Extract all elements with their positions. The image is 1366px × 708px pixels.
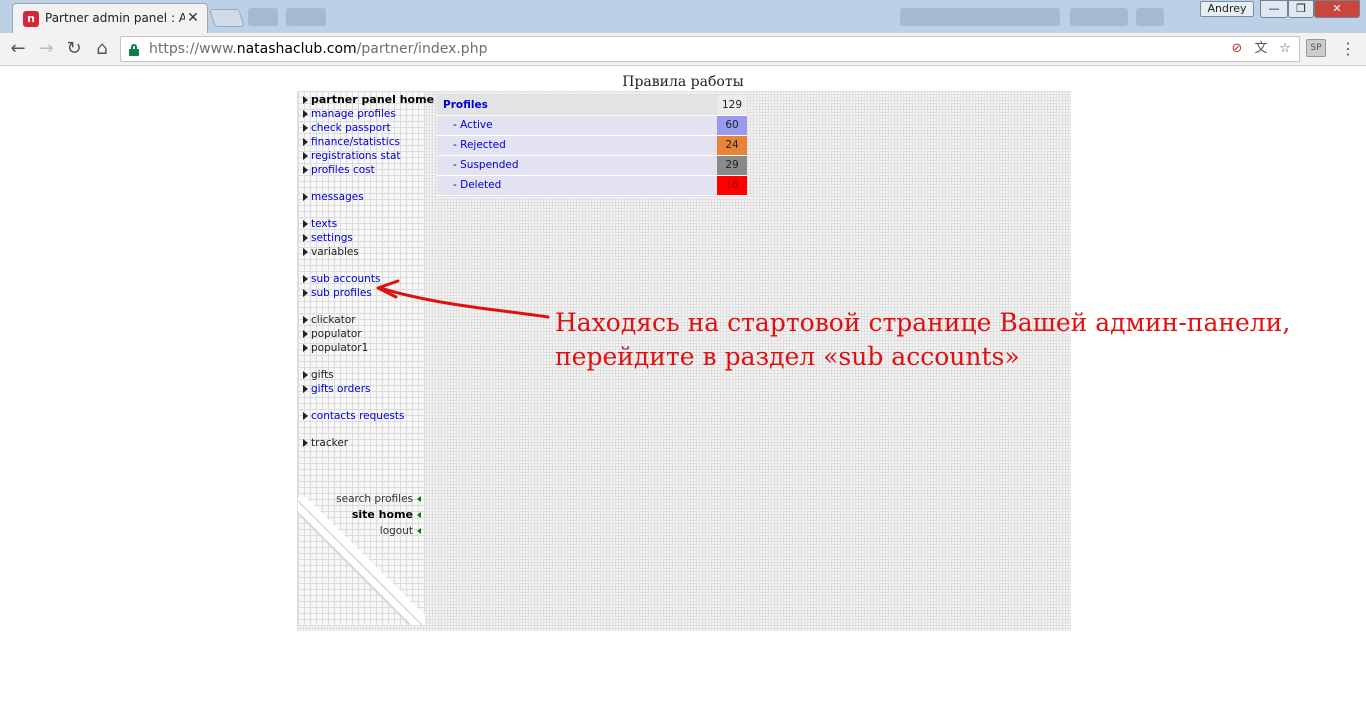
sidebar-menu: partner panel home manage profiles check p…: [302, 93, 434, 450]
security-blocked-icon[interactable]: ⊘: [1229, 41, 1245, 57]
bottom-link-site-home[interactable]: site home: [298, 507, 423, 523]
menu-spacer: [302, 177, 424, 190]
sidebar-item-settings[interactable]: settings: [302, 231, 424, 245]
lock-icon: [129, 44, 139, 56]
sidebar-item-contacts-requests[interactable]: contacts requests: [302, 409, 424, 423]
browser-user-badge[interactable]: Andrey: [1200, 1, 1254, 17]
stats-row-count: 29: [717, 155, 747, 176]
sidebar-item-manage-profiles[interactable]: manage profiles: [302, 107, 424, 121]
blurred-bar-icon: [248, 8, 278, 26]
address-bar[interactable]: https://www.natashaclub.com/partner/inde…: [120, 36, 1300, 62]
extension-sp-button[interactable]: SP: [1306, 39, 1326, 57]
back-arrow-icon[interactable]: ←: [6, 38, 30, 62]
sidebar-item-messages[interactable]: messages: [302, 190, 424, 204]
sidebar-bottom-links: search profiles site home logout: [298, 491, 423, 539]
sidebar-item-gifts-orders[interactable]: gifts orders: [302, 382, 424, 396]
bookmark-star-icon[interactable]: ☆: [1277, 41, 1293, 57]
profiles-stats-table: Profiles 129- Active 60- Rejected 24- Suspe…: [437, 95, 747, 196]
menu-spacer: [302, 355, 424, 368]
stats-row-count: 60: [717, 115, 747, 136]
sidebar-item-populator[interactable]: populator: [302, 327, 424, 341]
sidebar-item-partner-panel-home[interactable]: partner panel home: [302, 93, 434, 107]
browser-toolbar: ← → ↻ ⌂ https://www.natashaclub.com/part…: [0, 33, 1366, 66]
stats-row-label[interactable]: - Suspended: [437, 155, 717, 176]
sidebar-item-profiles-cost[interactable]: profiles cost: [302, 163, 424, 177]
stats-row: - Active 60: [437, 115, 747, 136]
browser-menu-icon[interactable]: ⋮: [1338, 38, 1358, 60]
menu-spacer: [302, 423, 424, 436]
window-close-button[interactable]: ✕: [1314, 0, 1360, 18]
blurred-bar-icon: [1136, 8, 1164, 26]
bottom-link-search-profiles[interactable]: search profiles: [298, 491, 423, 507]
site-favicon-icon: n: [23, 11, 39, 27]
stats-row: - Suspended 29: [437, 155, 747, 176]
url-text: https://www.natashaclub.com/partner/inde…: [149, 41, 488, 57]
reload-icon[interactable]: ↻: [62, 38, 86, 62]
tab-close-icon[interactable]: ✕: [185, 9, 201, 27]
browser-titlebar: n Partner admin panel : Affil ✕ Andrey —…: [0, 0, 1366, 33]
blurred-bar-icon: [900, 8, 1060, 26]
sidebar-item-tracker[interactable]: tracker: [302, 436, 424, 450]
blurred-bar-icon: [286, 8, 326, 26]
sidebar-item-check-passport[interactable]: check passport: [302, 121, 424, 135]
stats-row-label[interactable]: - Active: [437, 115, 717, 136]
page-title[interactable]: Правила работы: [0, 74, 1366, 90]
window-maximize-button[interactable]: ❐: [1288, 0, 1314, 18]
instruction-annotation: Находясь на стартовой странице Вашей адм…: [555, 306, 1315, 374]
window-minimize-button[interactable]: —: [1260, 0, 1288, 18]
blurred-bar-icon: [1070, 8, 1128, 26]
stats-row: - Rejected 24: [437, 135, 747, 156]
new-tab-button[interactable]: [209, 9, 245, 27]
sidebar-item-texts[interactable]: texts: [302, 217, 424, 231]
menu-spacer: [302, 396, 424, 409]
bottom-link-logout[interactable]: logout: [298, 523, 423, 539]
stats-row-label[interactable]: - Rejected: [437, 135, 717, 156]
annotation-line-2: перейдите в раздел «sub accounts»: [555, 342, 1020, 371]
sidebar-item-clickator[interactable]: clickator: [302, 313, 424, 327]
menu-spacer: [302, 300, 424, 313]
sidebar-item-populator1[interactable]: populator1: [302, 341, 424, 355]
stats-row-count: 24: [717, 135, 747, 156]
stats-row-count: 16: [717, 175, 747, 196]
sidebar-item-gifts[interactable]: gifts: [302, 368, 424, 382]
sidebar-item-sub-accounts[interactable]: sub accounts: [302, 272, 424, 286]
stats-header-row: Profiles 129: [437, 95, 747, 116]
menu-spacer: [302, 259, 424, 272]
tab-title: Partner admin panel : Affil: [45, 11, 185, 25]
sidebar-item-sub-profiles[interactable]: sub profiles: [302, 286, 424, 300]
annotation-line-1: Находясь на стартовой странице Вашей адм…: [555, 308, 1291, 337]
browser-tab[interactable]: n Partner admin panel : Affil ✕: [12, 3, 208, 33]
stats-profiles-total: 129: [717, 95, 747, 116]
sidebar-item-variables[interactable]: variables: [302, 245, 424, 259]
translate-icon[interactable]: 文: [1253, 41, 1269, 57]
sidebar-item-registrations-stat[interactable]: registrations stat: [302, 149, 424, 163]
forward-arrow-icon[interactable]: →: [34, 38, 58, 62]
menu-spacer: [302, 204, 424, 217]
home-icon[interactable]: ⌂: [90, 38, 114, 62]
sidebar-item-finance-statistics[interactable]: finance/statistics: [302, 135, 424, 149]
stats-row-label[interactable]: - Deleted: [437, 175, 717, 196]
stats-row: - Deleted 16: [437, 175, 747, 196]
stats-profiles-label[interactable]: Profiles: [437, 95, 717, 116]
